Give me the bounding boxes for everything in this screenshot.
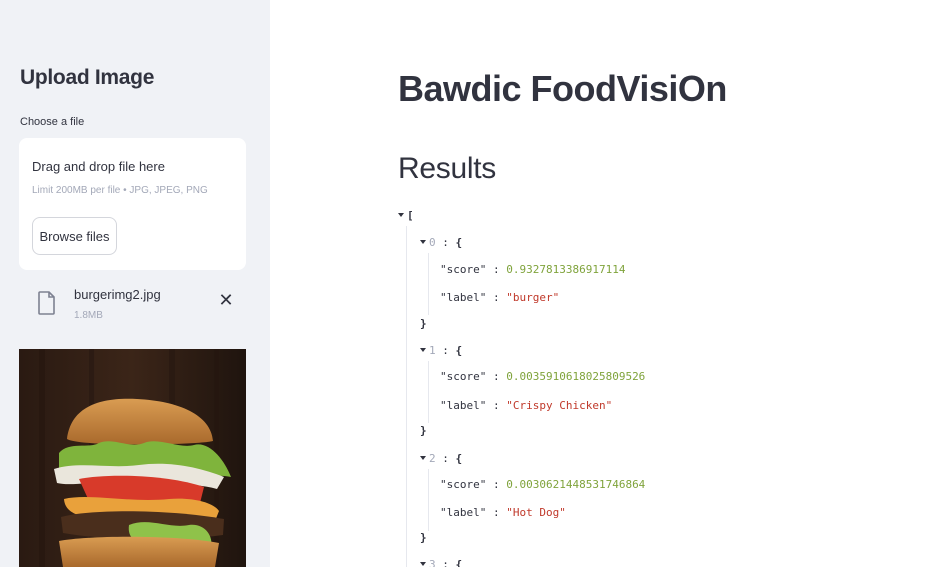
json-item: 3 : { bbox=[420, 557, 462, 567]
json-colon: : bbox=[442, 344, 449, 357]
sidebar: Upload Image Choose a file Drag and drop… bbox=[0, 0, 270, 567]
json-colon: : bbox=[492, 506, 500, 519]
collapse-root-toggle[interactable] bbox=[398, 213, 404, 217]
json-open-bracket: [ bbox=[407, 209, 414, 222]
json-key-score: "score" bbox=[440, 263, 487, 276]
json-open-brace: { bbox=[455, 452, 463, 465]
json-item: 0 : { bbox=[420, 235, 462, 251]
json-open-brace: { bbox=[455, 344, 463, 357]
close-icon[interactable]: ✕ bbox=[215, 289, 237, 311]
results-heading: Results bbox=[398, 152, 496, 185]
file-uploader-label: Choose a file bbox=[20, 116, 85, 128]
main-content: Bawdic FoodVisiOn Results [ 0 : { "score… bbox=[270, 0, 945, 567]
file-icon bbox=[38, 291, 55, 315]
json-colon: : bbox=[492, 478, 500, 491]
file-dropzone[interactable]: Drag and drop file here Limit 200MB per … bbox=[19, 138, 246, 270]
json-item: 1 : { bbox=[420, 343, 462, 359]
json-colon: : bbox=[442, 236, 449, 249]
json-key-score: "score" bbox=[440, 370, 487, 383]
json-score-value: 0.0035910618025809526 bbox=[506, 370, 646, 383]
browse-files-button[interactable]: Browse files bbox=[32, 217, 117, 255]
dropzone-limit-text: Limit 200MB per file • JPG, JPEG, PNG bbox=[32, 185, 208, 196]
uploaded-file-name: burgerimg2.jpg bbox=[74, 287, 161, 302]
json-colon: : bbox=[442, 452, 449, 465]
uploaded-file-item: burgerimg2.jpg 1.8MB ✕ bbox=[19, 284, 246, 326]
json-label-value: "Crispy Chicken" bbox=[506, 399, 613, 412]
json-item: 2 : { bbox=[420, 451, 462, 467]
json-open-brace: { bbox=[455, 236, 463, 249]
json-score-value: 0.9327813386917114 bbox=[506, 263, 626, 276]
json-colon: : bbox=[492, 399, 500, 412]
collapse-item-toggle[interactable] bbox=[420, 456, 426, 460]
json-index: 0 bbox=[429, 236, 436, 249]
json-score-value: 0.0030621448531746864 bbox=[506, 478, 646, 491]
json-key-score: "score" bbox=[440, 478, 487, 491]
json-index: 3 bbox=[429, 558, 436, 567]
json-colon: : bbox=[492, 370, 500, 383]
json-close-brace: } bbox=[420, 317, 427, 330]
json-index: 2 bbox=[429, 452, 436, 465]
json-colon: : bbox=[492, 263, 500, 276]
json-close-brace: } bbox=[420, 531, 427, 544]
json-key-label: "label" bbox=[440, 291, 487, 304]
sidebar-title: Upload Image bbox=[20, 66, 155, 89]
collapse-item-toggle[interactable] bbox=[420, 240, 426, 244]
uploaded-file-size: 1.8MB bbox=[74, 310, 103, 321]
json-open-brace: { bbox=[455, 558, 463, 567]
json-viewer: [ 0 : { "score" : 0.9327813386917114 "la… bbox=[398, 208, 918, 567]
collapse-item-toggle[interactable] bbox=[420, 562, 426, 566]
collapse-item-toggle[interactable] bbox=[420, 348, 426, 352]
json-close-brace: } bbox=[420, 424, 427, 437]
json-colon: : bbox=[492, 291, 500, 304]
json-key-label: "label" bbox=[440, 506, 487, 519]
json-label-value: "Hot Dog" bbox=[506, 506, 566, 519]
json-key-label: "label" bbox=[440, 399, 487, 412]
json-colon: : bbox=[442, 558, 449, 567]
json-label-value: "burger" bbox=[506, 291, 560, 304]
dropzone-instructions: Drag and drop file here bbox=[32, 159, 165, 174]
json-index: 1 bbox=[429, 344, 436, 357]
burger-image bbox=[19, 349, 246, 567]
app-title: Bawdic FoodVisiOn bbox=[398, 68, 727, 109]
